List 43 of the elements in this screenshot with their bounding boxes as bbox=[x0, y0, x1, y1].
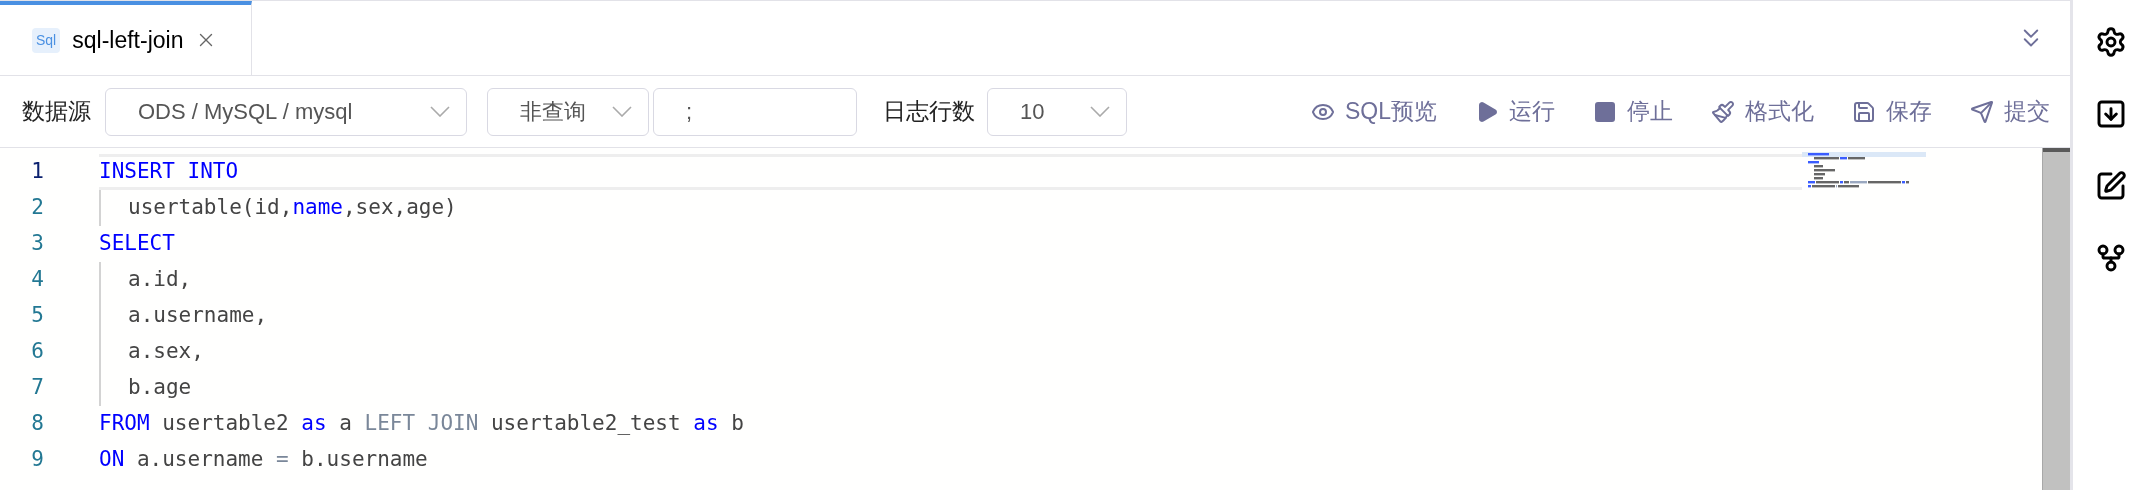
stop-icon bbox=[1593, 99, 1617, 124]
delimiter-field[interactable]: ; bbox=[653, 87, 857, 136]
line-number: 6 bbox=[30, 338, 44, 366]
datasource-select[interactable]: ODS / MySQL / mysql bbox=[105, 87, 467, 136]
datasource-label: 数据源 bbox=[22, 97, 91, 127]
format-button[interactable]: 格式化 bbox=[1711, 94, 1814, 129]
line-number: 8 bbox=[30, 410, 44, 438]
preview-button[interactable]: SQL预览 bbox=[1310, 94, 1437, 129]
line-number: 1 bbox=[30, 158, 44, 186]
code-line: b.age bbox=[128, 374, 192, 402]
chevron-down-icon bbox=[612, 106, 632, 117]
code-line: a.sex, bbox=[128, 338, 204, 366]
run-button[interactable]: 运行 bbox=[1475, 94, 1555, 129]
line-number: 9 bbox=[30, 446, 44, 474]
file-type-badge: Sql bbox=[32, 27, 61, 53]
log-rows-select[interactable]: 10 bbox=[987, 87, 1127, 136]
code-line: a.username, bbox=[128, 302, 268, 330]
send-icon bbox=[1970, 99, 1994, 124]
line-number: 2 bbox=[30, 194, 44, 222]
indent-guide bbox=[99, 190, 101, 226]
line-number: 7 bbox=[30, 374, 44, 402]
submit-button[interactable]: 提交 bbox=[1970, 94, 2050, 129]
code-line: FROM usertable2 as a LEFT JOIN usertable2_test as b bbox=[99, 410, 744, 438]
stop-button[interactable]: 停止 bbox=[1593, 94, 1673, 129]
tab-title: sql-left-join bbox=[72, 25, 184, 55]
code-line: a.id, bbox=[128, 266, 192, 294]
code-line: SELECT bbox=[99, 230, 175, 258]
save-icon bbox=[1852, 99, 1876, 124]
log-rows-label: 日志行数 bbox=[883, 97, 975, 127]
scrollbar[interactable] bbox=[2042, 148, 2070, 490]
editor-tab[interactable]: Sql sql-left-join bbox=[0, 1, 252, 75]
code-line: usertable(id,name,sex,age) bbox=[128, 194, 457, 222]
save-button[interactable]: 保存 bbox=[1852, 94, 1932, 129]
line-number: 4 bbox=[30, 266, 44, 294]
line-number: 5 bbox=[30, 302, 44, 330]
query-type-select[interactable]: 非查询 bbox=[487, 87, 649, 136]
settings-icon[interactable] bbox=[2094, 26, 2127, 58]
chevron-down-icon bbox=[430, 106, 450, 117]
chevron-down-icon bbox=[1090, 106, 1110, 117]
brush-icon bbox=[1711, 99, 1735, 124]
code-line: INSERT INTO bbox=[99, 158, 239, 186]
code-line: ON a.username = b.username bbox=[99, 446, 428, 474]
line-number: 3 bbox=[30, 230, 44, 258]
